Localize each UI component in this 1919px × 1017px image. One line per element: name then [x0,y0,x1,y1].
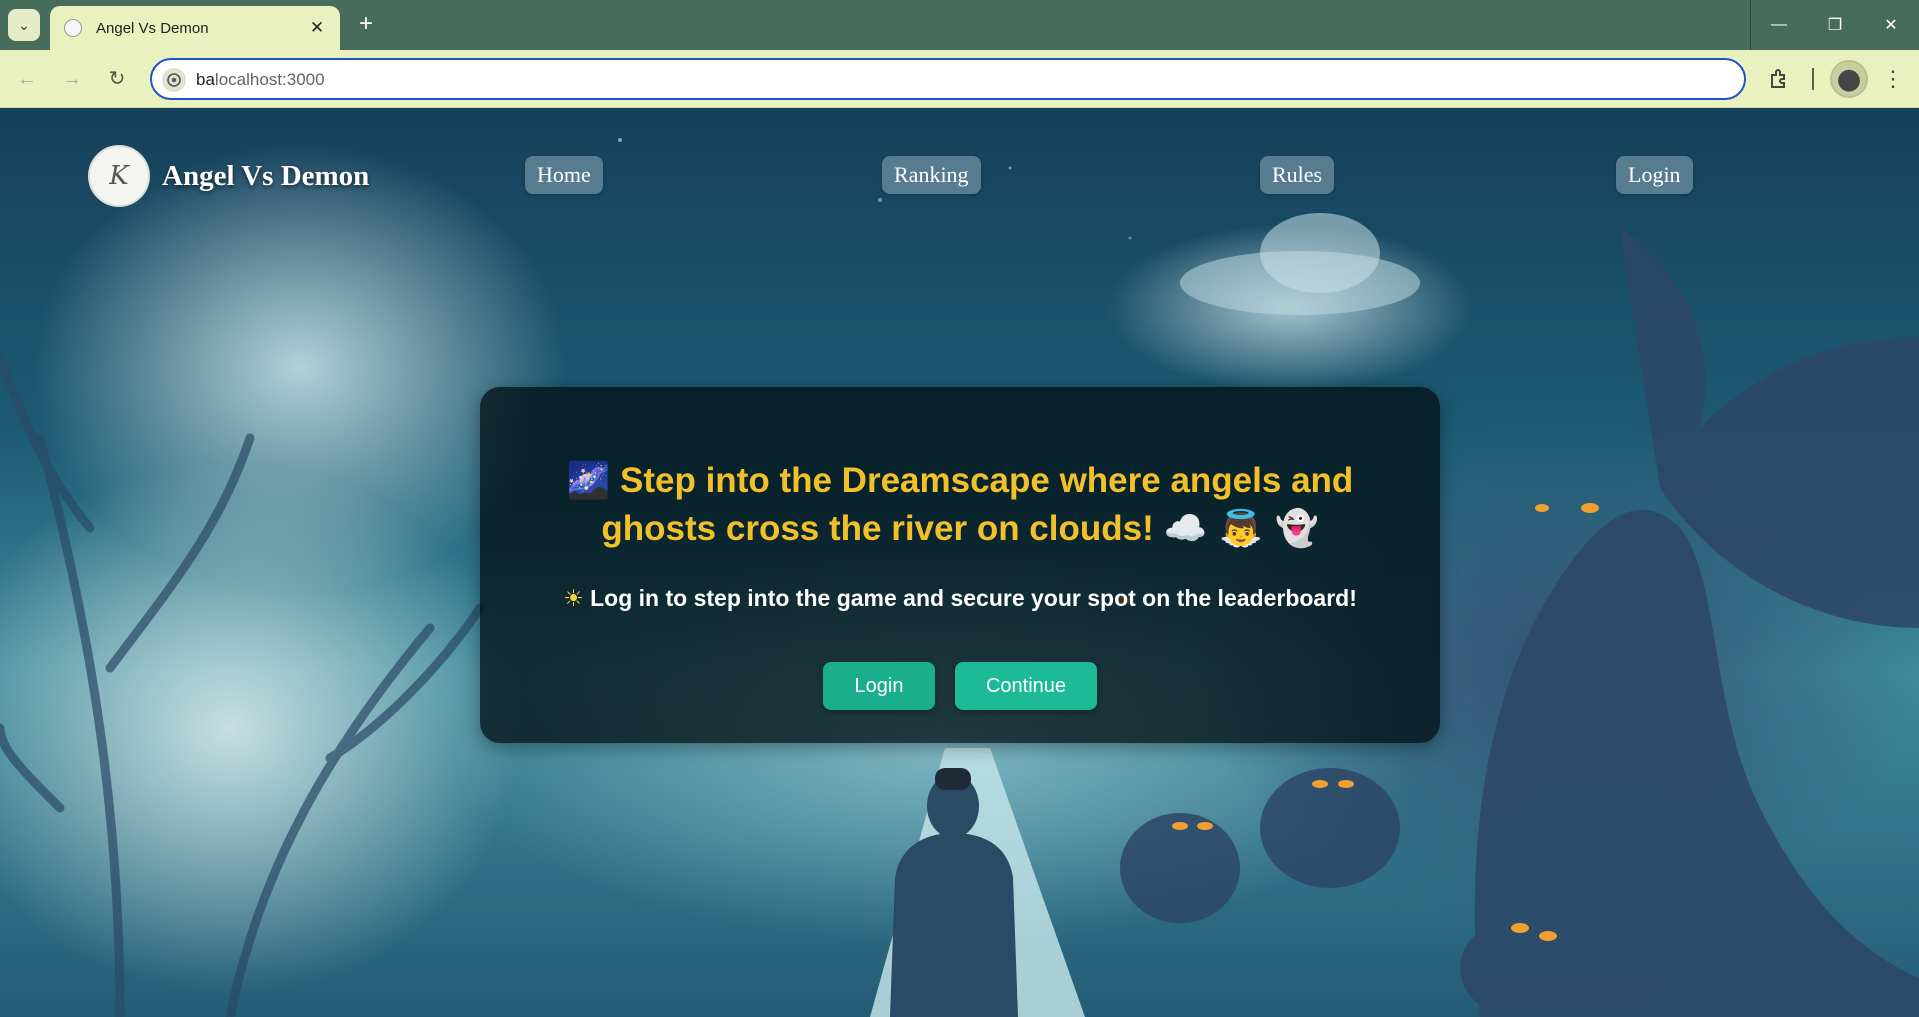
nav-home[interactable]: Home [525,156,603,194]
restore-button[interactable]: ❐ [1807,0,1863,50]
close-window-button[interactable]: ✕ [1863,0,1919,50]
site-info-icon[interactable] [162,68,186,92]
tab-search-dropdown[interactable]: ⌄ [8,9,40,41]
hero-headline: 🌌 Step into the Dreamscape where angels … [540,457,1380,553]
nav-ranking[interactable]: Ranking [882,156,981,194]
continue-button[interactable]: Continue [955,662,1097,710]
cloud-angel-ghost-icons: ☁️ 👼 👻 [1163,509,1319,549]
browser-toolbar: ← → ↻ balocalhost:3000 ⋮ [0,50,1919,108]
window-controls: — ❐ ✕ [1750,0,1919,50]
nav-login[interactable]: Login [1616,156,1693,194]
address-bar[interactable]: balocalhost:3000 [150,58,1746,100]
tab-title: Angel Vs Demon [96,19,209,37]
brand-name: Angel Vs Demon [162,159,370,192]
chevron-down-icon: ⌄ [18,16,30,33]
hero-subtitle: ☀ Log in to step into the game and secur… [480,585,1440,612]
extensions-icon[interactable] [1766,66,1792,92]
reload-button[interactable]: ↻ [102,64,132,94]
hero-actions: Login Continue [480,662,1440,710]
sun-icon: ☀ [563,586,584,612]
back-button[interactable]: ← [12,64,42,94]
brand-logo: K [88,145,150,207]
hero-card: 🌌 Step into the Dreamscape where angels … [480,387,1440,743]
url-suggestion: localhost:3000 [214,70,325,89]
url-text[interactable]: balocalhost:3000 [196,70,325,90]
browser-tabstrip: ⌄ Angel Vs Demon ✕ + — ❐ ✕ [0,0,1919,50]
tab-close-icon[interactable]: ✕ [306,17,328,39]
toolbar-divider [1812,68,1814,90]
login-button[interactable]: Login [823,662,935,710]
favicon-icon [64,19,82,37]
minimize-button[interactable]: — [1751,0,1807,50]
nav-rules[interactable]: Rules [1260,156,1335,194]
menu-dots-icon[interactable]: ⋮ [1882,64,1904,94]
brand-logo-letter: K [109,161,129,191]
url-typed: ba [196,70,215,89]
hero-subtitle-text: Log in to step into the game and secure … [590,585,1357,611]
profile-avatar[interactable] [1830,60,1868,98]
milky-way-icon: 🌌 [566,461,611,501]
forward-button[interactable]: → [57,64,87,94]
brand[interactable]: K Angel Vs Demon [88,145,369,207]
game-landing-page: K Angel Vs Demon Home Ranking Rules Logi… [0,108,1919,1017]
new-tab-button[interactable]: + [352,10,380,38]
browser-tab-active[interactable]: Angel Vs Demon ✕ [50,6,340,50]
